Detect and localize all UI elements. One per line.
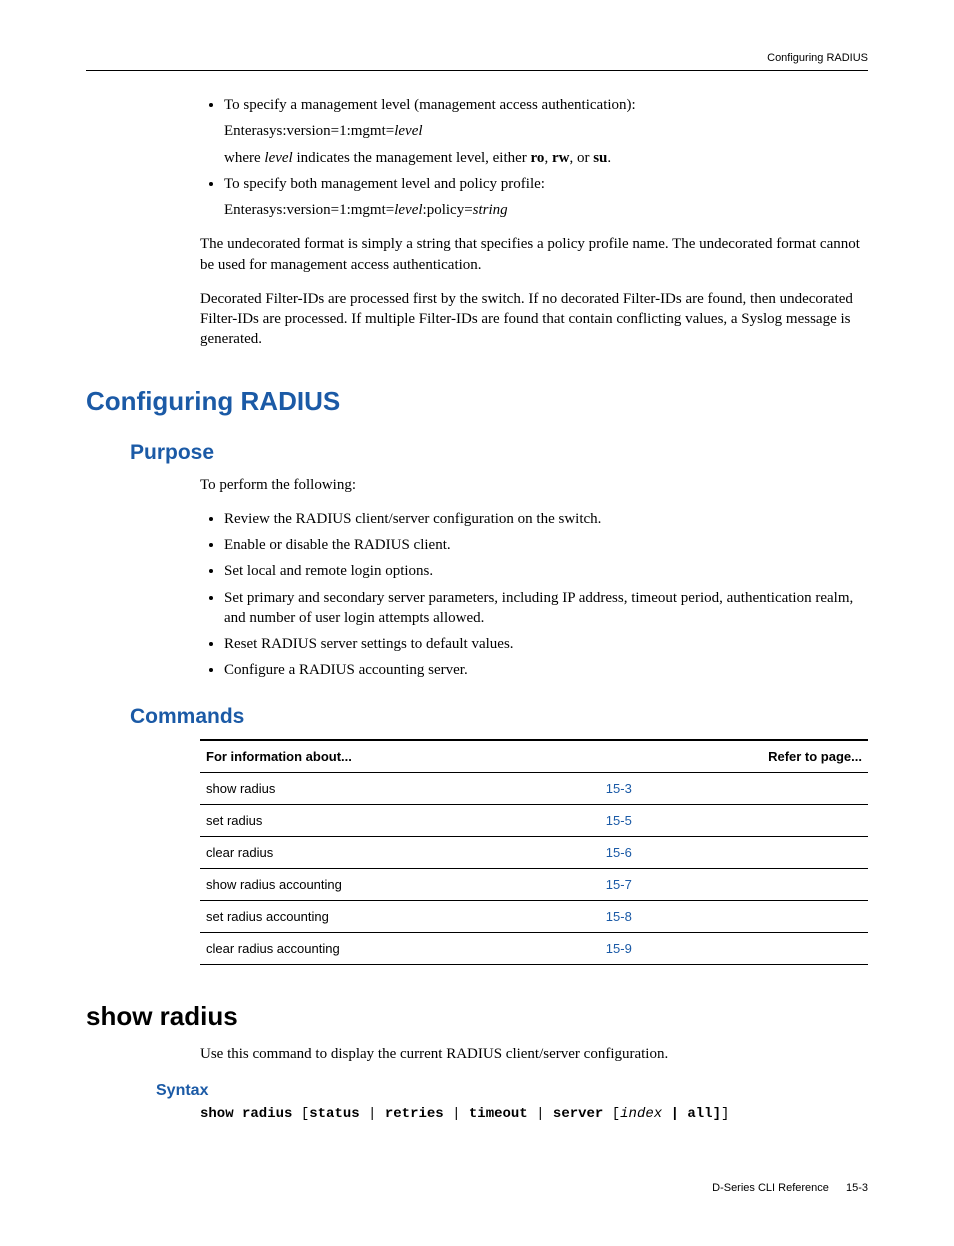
heading-purpose: Purpose [130, 441, 868, 465]
command-name: set radius accounting [200, 900, 600, 932]
show-radius-desc: Use this command to display the current … [200, 1044, 868, 1064]
syntax-p8: | [536, 1106, 553, 1122]
footer-doc: D-Series CLI Reference [712, 1182, 829, 1194]
intro-b1-desc-mid: indicates the management level, either [293, 150, 531, 166]
intro-para-1: The undecorated format is simply a strin… [200, 234, 868, 275]
syntax-line: show radius [status | retries | timeout … [200, 1106, 868, 1122]
intro-b1-period: . [607, 150, 611, 166]
table-row: clear radius accounting15-9 [200, 932, 868, 964]
syntax-p13: ] [721, 1106, 729, 1122]
page-footer: D-Series CLI Reference 15-3 [86, 1182, 868, 1194]
intro-b1-su: su [593, 150, 607, 166]
syntax-p9: server [553, 1106, 612, 1122]
intro-b2-syntax-i2: string [473, 202, 508, 218]
intro-b1-ro: ro [531, 150, 545, 166]
command-name: show radius [200, 772, 600, 804]
purpose-lead: To perform the following: [200, 475, 868, 495]
syntax-p5: retries [385, 1106, 452, 1122]
intro-bullet-2: To specify both management level and pol… [224, 174, 868, 221]
purpose-item: Set primary and secondary server paramet… [224, 588, 868, 629]
intro-b1-desc-pre: where [224, 150, 264, 166]
syntax-p10: [ [612, 1106, 620, 1122]
syntax-p12: | all] [671, 1106, 721, 1122]
heading-syntax: Syntax [156, 1082, 868, 1100]
syntax-p11: index [620, 1106, 670, 1122]
heading-commands: Commands [130, 705, 868, 729]
intro-bullet-1-lead: To specify a management level (managemen… [224, 97, 636, 113]
command-name: set radius [200, 804, 600, 836]
purpose-item: Enable or disable the RADIUS client. [224, 535, 868, 555]
intro-b1-syntax-prefix: Enterasys:version=1:mgmt= [224, 123, 394, 139]
intro-bullets: To specify a management level (managemen… [200, 95, 868, 220]
intro-b1-desc-level: level [264, 150, 292, 166]
command-page-link[interactable]: 15-8 [600, 900, 868, 932]
purpose-item: Configure a RADIUS accounting server. [224, 660, 868, 680]
intro-para-2: Decorated Filter-IDs are processed first… [200, 289, 868, 350]
table-row: set radius accounting15-8 [200, 900, 868, 932]
table-row: set radius15-5 [200, 804, 868, 836]
command-page-link[interactable]: 15-9 [600, 932, 868, 964]
intro-b1-rw: rw [552, 150, 570, 166]
syntax-p4: | [368, 1106, 385, 1122]
command-page-link[interactable]: 15-6 [600, 836, 868, 868]
command-page-link[interactable]: 15-3 [600, 772, 868, 804]
table-row: show radius accounting15-7 [200, 868, 868, 900]
intro-b2-syntax-mid: :policy= [423, 202, 473, 218]
syntax-p1: show radius [200, 1106, 301, 1122]
table-row: clear radius15-6 [200, 836, 868, 868]
purpose-item: Review the RADIUS client/server configur… [224, 509, 868, 529]
purpose-item: Reset RADIUS server settings to default … [224, 634, 868, 654]
syntax-p6: | [452, 1106, 469, 1122]
command-name: show radius accounting [200, 868, 600, 900]
commands-col1: For information about... [200, 740, 600, 773]
table-row: show radius15-3 [200, 772, 868, 804]
intro-b1-c2: , or [569, 150, 593, 166]
syntax-p2: [ [301, 1106, 309, 1122]
command-page-link[interactable]: 15-7 [600, 868, 868, 900]
command-page-link[interactable]: 15-5 [600, 804, 868, 836]
purpose-list: Review the RADIUS client/server configur… [200, 509, 868, 681]
intro-bullet-2-lead: To specify both management level and pol… [224, 176, 545, 192]
footer-page: 15-3 [846, 1182, 868, 1194]
heading-configuring-radius: Configuring RADIUS [86, 386, 868, 417]
commands-col2: Refer to page... [600, 740, 868, 773]
intro-bullet-1: To specify a management level (managemen… [224, 95, 868, 168]
intro-b2-syntax-i1: level [394, 202, 422, 218]
syntax-p3: status [309, 1106, 368, 1122]
running-header-text: Configuring RADIUS [767, 52, 868, 64]
command-name: clear radius [200, 836, 600, 868]
intro-b1-syntax-level: level [394, 123, 422, 139]
intro-b2-syntax-prefix: Enterasys:version=1:mgmt= [224, 202, 394, 218]
purpose-item: Set local and remote login options. [224, 561, 868, 581]
running-header: Configuring RADIUS [86, 52, 868, 71]
syntax-p7: timeout [469, 1106, 536, 1122]
intro-b1-c1: , [544, 150, 552, 166]
heading-show-radius: show radius [86, 1001, 868, 1032]
commands-table: For information about... Refer to page..… [200, 739, 868, 965]
command-name: clear radius accounting [200, 932, 600, 964]
